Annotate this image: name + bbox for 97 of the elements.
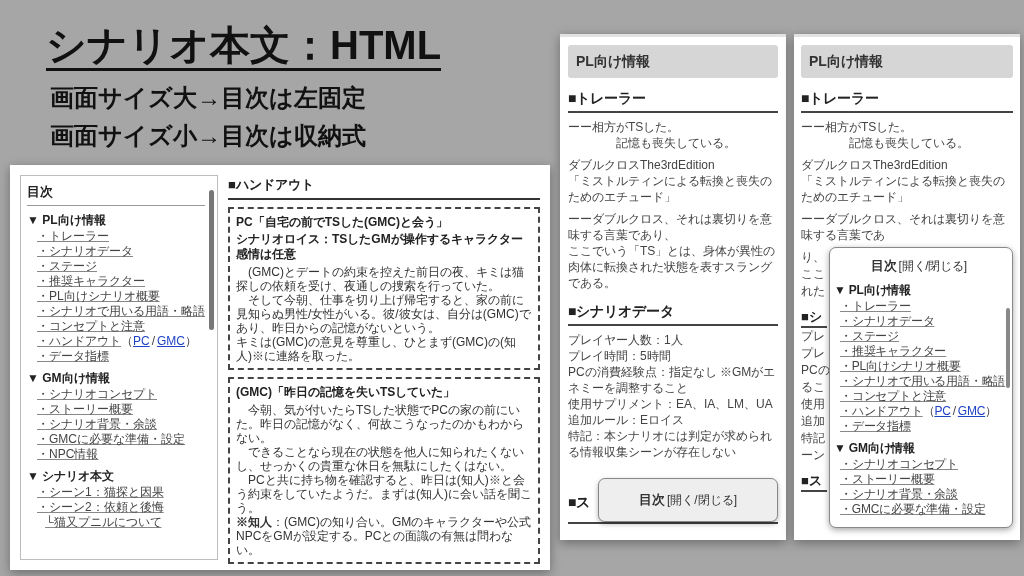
body-text-line: ダブルクロスThe3rdEdition [568, 157, 716, 173]
text-fragment: ■ス [801, 472, 827, 492]
toc-toggle-button[interactable]: 目次[開く/閉じる] [871, 256, 967, 276]
slide-point-text: 画面サイズ大→目次は左固定 [50, 83, 366, 113]
toc-link[interactable]: ・シーン1：猫探と因果 [37, 484, 164, 500]
toc-entry: ・ハンドアウト（PC / GMC） [37, 333, 197, 349]
body-text-line: PCの消費経験点：指定なし ※GMがエネミーを調整すること [568, 364, 777, 396]
toc-link[interactable]: ・ステージ [840, 328, 899, 344]
toc-link[interactable]: ・推奨キャラクター [840, 343, 947, 359]
body-text-line: ーー相方がTSした。 [568, 119, 681, 135]
toc-link[interactable]: ・シナリオコンセプト [840, 456, 958, 472]
text-fragment: るこ [801, 379, 826, 396]
handout-title: PC「自宅の前でTSした(GMC)と会う」 [236, 213, 448, 230]
handout-title: (GMC)「昨日の記憶を失いTSしていた」 [236, 383, 456, 400]
body-text-line: ここでいう「TS」とは、身体が異性の肉体に転換された状態を表すスラングである。 [568, 243, 777, 291]
text-fragment: り、 [801, 249, 826, 266]
toc-section-toggle[interactable]: ▼ PL向け情報 [27, 210, 106, 229]
toc-link[interactable]: ・ストーリー概要 [37, 401, 133, 417]
text-fragment: 使用 [801, 396, 826, 413]
section-heading: ■シナリオデータ [568, 301, 778, 326]
handout-paragraph: 今朝、気が付いたらTSした状態でPCの家の前にいた。昨日の記憶がなく、何故こうなったのかもわからない。 [236, 402, 525, 445]
content-heading: ■ハンドアウト [228, 175, 540, 200]
toc-toggle-button[interactable]: 目次[開く/閉じる] [598, 478, 778, 522]
toc-link[interactable]: ・推奨キャラクター [37, 273, 145, 289]
handout-subtitle: シナリオロイス：TSしたGMが操作するキャラクター [236, 231, 523, 247]
toc-link[interactable]: ・GMCに必要な準備・設定 [840, 501, 986, 517]
toc-link[interactable]: ・PL向けシナリオ概要 [840, 358, 961, 374]
body-text-line: 使用サプリメント：EA、IA、LM、UA [568, 396, 774, 412]
text-fragment: ここ [801, 266, 826, 283]
section-heading: ■トレーラー [801, 88, 1013, 113]
text-fragment: ■シ [801, 308, 827, 328]
toc-link[interactable]: ・データ指標 [37, 348, 109, 364]
toc-link[interactable]: ・シーン2：依頼と後悔 [37, 499, 164, 515]
toc-entry: ・ハンドアウト（PC / GMC） [840, 403, 998, 419]
toc-link[interactable]: ・シナリオ背景・余談 [37, 416, 157, 432]
toc-title: 目次 [27, 182, 205, 206]
slide-point-text: 画面サイズ小→目次は収納式 [50, 121, 366, 151]
body-text-line: ーー相方がTSした。 [801, 119, 914, 135]
toc-section-toggle[interactable]: ▼ PL向け情報 [834, 280, 911, 299]
toc-link[interactable]: ・シナリオデータ [840, 313, 935, 329]
text-fragment: れた [801, 283, 826, 300]
text-fragment: プレ [801, 345, 826, 362]
toc-link[interactable]: ・ステージ [37, 258, 97, 274]
body-text-line: ーーダブルクロス、それは裏切りを意味する言葉であ [801, 211, 1006, 243]
toc-section-toggle[interactable]: ▼ GM向け情報 [834, 438, 915, 457]
text-fragment: 追加 [801, 413, 826, 430]
toc-link[interactable]: └猫又プニルについて [45, 514, 162, 530]
toc-link[interactable]: GMC [157, 333, 185, 348]
text-fragment: ーン [801, 447, 826, 464]
section-heading: ■ス [568, 494, 591, 510]
body-text-line: 「ミストルティンによる転換と喪失のためのエチュード」 [801, 173, 1006, 205]
toc-link[interactable]: ・GMCに必要な準備・設定 [37, 431, 185, 447]
body-text-line: 「ミストルティンによる転換と喪失のためのエチュード」 [568, 173, 773, 205]
toc-link[interactable]: ・ストーリー概要 [840, 471, 935, 487]
toc-link[interactable]: ・コンセプトと注意 [37, 318, 145, 334]
toc-link[interactable]: ・PL向けシナリオ概要 [37, 288, 160, 304]
toc-link[interactable]: GMC [957, 403, 986, 418]
scrollbar-thumb[interactable] [209, 190, 214, 330]
body-text-line: プレイヤー人数：1人 [568, 332, 684, 348]
body-text-line: 記憶も喪失している。 [615, 135, 737, 151]
body-text-line: ダブルクロスThe3rdEdition [801, 157, 949, 173]
toc-section-toggle[interactable]: ▼ GM向け情報 [27, 368, 110, 387]
toc-link[interactable]: ・シナリオで用いる用語・略語 [840, 373, 1006, 389]
text-fragment: プレ [801, 328, 826, 345]
scrollbar-thumb[interactable] [1006, 308, 1010, 388]
body-text-line: 追加ルール：Eロイス [568, 412, 685, 428]
body-text-line: プレイ時間：5時間 [568, 348, 672, 364]
toc-link[interactable]: ・コンセプトと注意 [840, 388, 947, 404]
body-text-line: ーーダブルクロス、それは裏切りを意味する言葉であり、 [568, 211, 773, 243]
toc-link[interactable]: ・シナリオ背景・余談 [840, 486, 958, 502]
handout-paragraph: そして今朝、仕事を切り上げ帰宅すると、家の前に見知らぬ男性/女性がいる。彼/彼女は、自分は(GMC)であり、昨日からの記憶がないという。 [236, 292, 532, 335]
section-heading: ■トレーラー [568, 88, 778, 113]
handout-paragraph: できることなら現在の状態を他人に知られたくないし、せっかくの貴重な休日を無駄にしたくはない。 [236, 444, 525, 473]
toc-link[interactable]: ・ハンドアウト [840, 403, 923, 418]
text-fragment: PCの [801, 362, 827, 379]
toc-link[interactable]: ・シナリオデータ [37, 243, 133, 259]
toc-link[interactable]: ・ハンドアウト [37, 333, 121, 348]
toc-section-toggle[interactable]: ▼ シナリオ本文 [27, 466, 115, 485]
section-banner: PL向け情報 [801, 45, 1013, 78]
slide-title: シナリオ本文：HTML [46, 22, 442, 71]
toc-link[interactable]: ・シナリオで用いる用語・略語 [37, 303, 205, 319]
toc-link[interactable]: ・トレーラー [840, 298, 911, 314]
body-text-line: 記憶も喪失している。 [848, 135, 970, 151]
handout-paragraph: PCと共に持ち物を確認すると、昨日は(知人)※と会う約束をしていたようだ。まずは(知人)に会い話を聞こう。 [236, 472, 532, 515]
toc-link[interactable]: PC [133, 333, 150, 348]
toc-link[interactable]: ・データ指標 [840, 418, 911, 434]
handout-paragraph: キミは(GMC)の意見を尊重し、ひとまず(GMC)の(知人)※に連絡を取った。 [236, 334, 517, 363]
handout-paragraph: (GMC)とデートの約束を控えた前日の夜、キミは猫探しの依頼を受け、夜通しの捜索を行っていた。 [236, 264, 525, 293]
text-fragment: 特記 [801, 430, 826, 447]
body-text-line: 特記：本シナリオには判定が求められる情報収集シーンが存在しない [568, 428, 773, 460]
toc-link[interactable]: ・NPC情報 [37, 446, 99, 462]
toc-link[interactable]: PC [934, 403, 951, 418]
section-banner: PL向け情報 [568, 45, 778, 78]
handout-subtitle: 感情は任意 [236, 246, 296, 262]
handout-paragraph: ※知人：(GMC)の知り合い。GMのキャラクターや公式NPCをGMが設定する。PCとの面識の有無は問わない。 [236, 514, 532, 557]
toc-link[interactable]: ・シナリオコンセプト [37, 386, 157, 402]
toc-link[interactable]: ・トレーラー [37, 228, 109, 244]
